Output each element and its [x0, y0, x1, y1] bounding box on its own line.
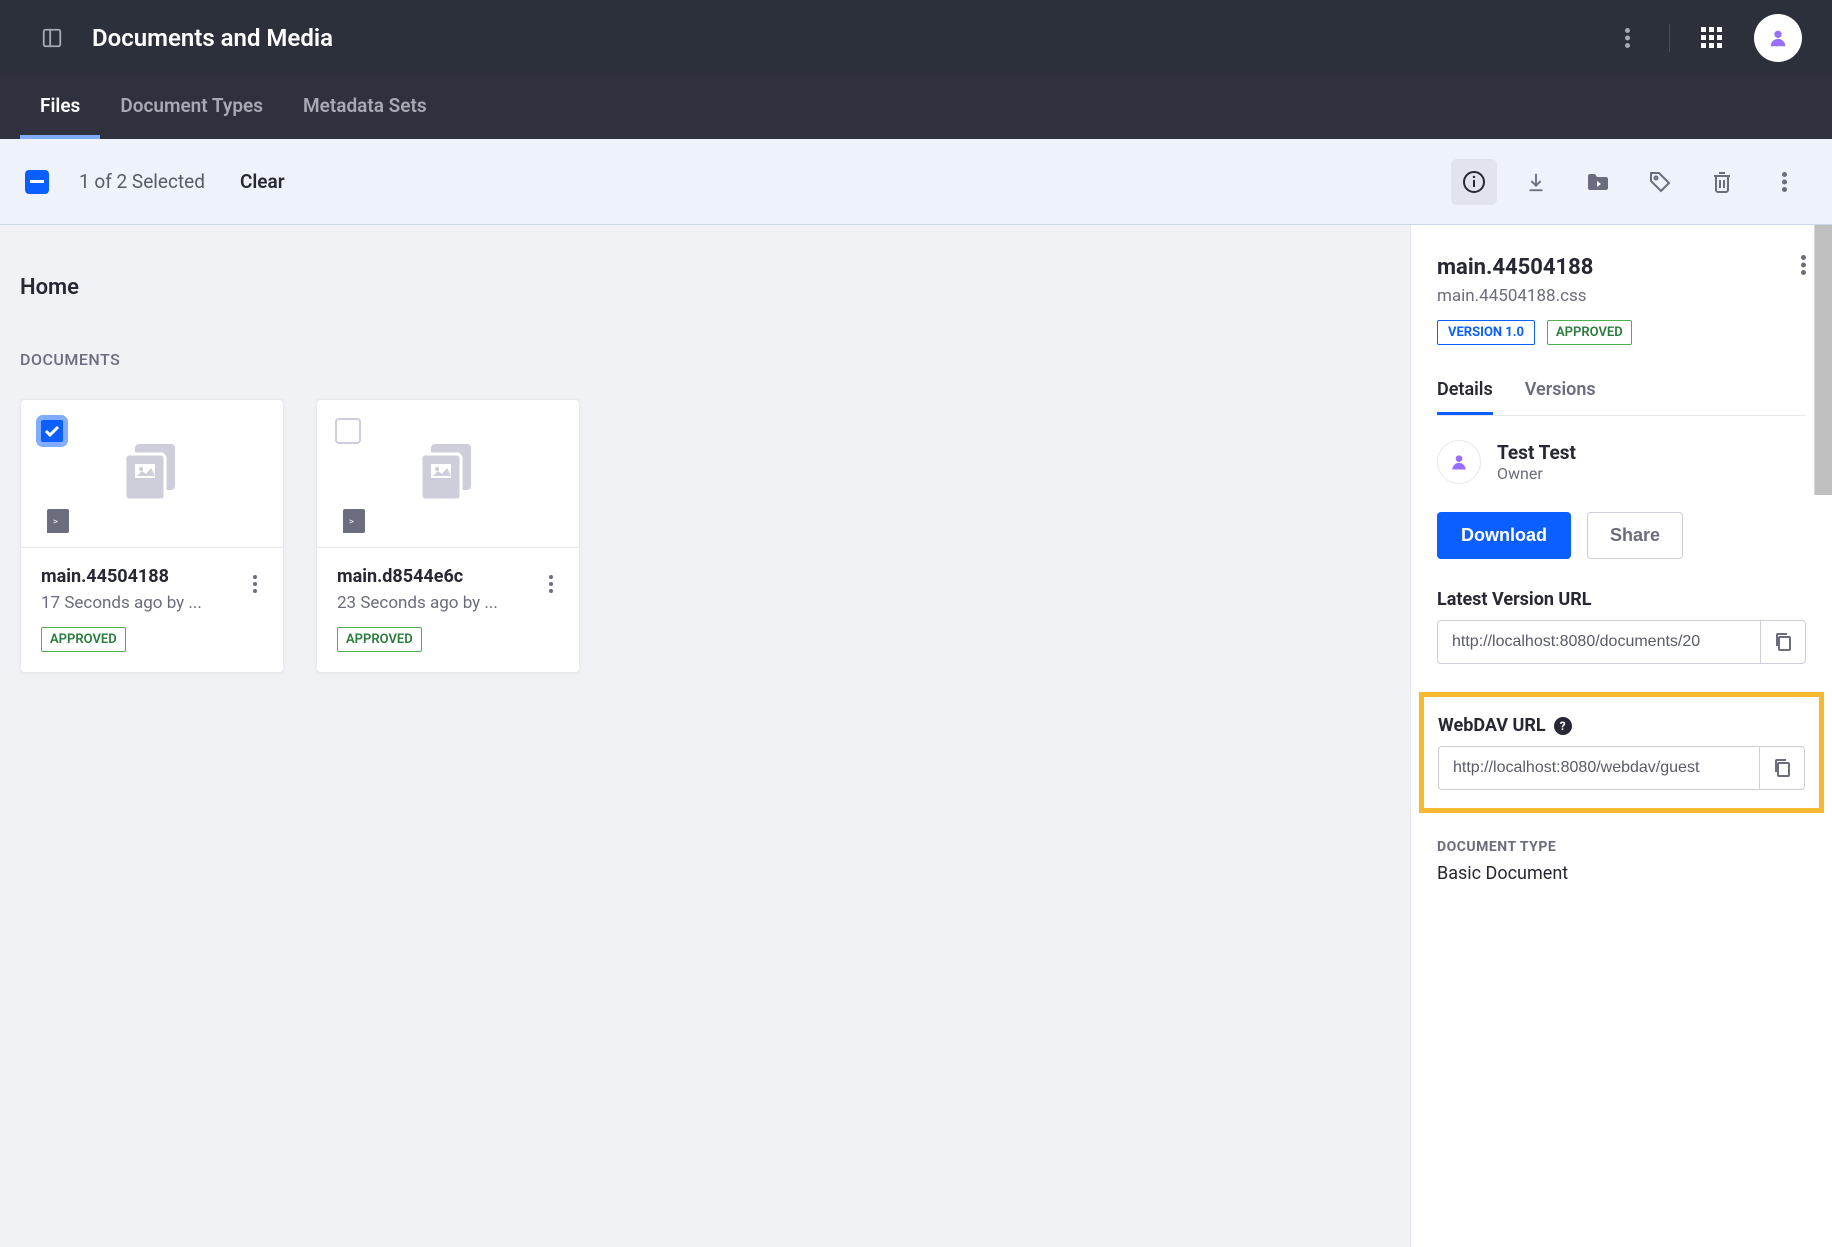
card-more-icon[interactable] — [537, 570, 565, 598]
copy-webdav-url-icon[interactable] — [1759, 746, 1805, 790]
version-badge: VERSION 1.0 — [1437, 320, 1535, 345]
card-title: main.44504188 — [41, 566, 263, 587]
selection-count: 1 of 2 Selected — [79, 170, 205, 193]
clear-selection-button[interactable]: Clear — [240, 170, 285, 193]
main-content: Home DOCUMENTS >_ main.44504188 17 Secon… — [0, 225, 1410, 1247]
webdav-highlight-block: WebDAV URL ? — [1419, 692, 1824, 813]
app-header: Documents and Media — [0, 0, 1832, 75]
page-title: Documents and Media — [92, 24, 333, 52]
header-divider — [1669, 24, 1670, 52]
tab-document-types[interactable]: Document Types — [100, 75, 283, 139]
latest-url-input[interactable] — [1437, 620, 1760, 664]
panel-toggle-icon[interactable] — [30, 16, 74, 60]
svg-text:>_: >_ — [349, 517, 359, 525]
document-type-value: Basic Document — [1437, 863, 1806, 884]
tag-icon[interactable] — [1637, 159, 1683, 205]
file-preview-icon — [121, 444, 183, 504]
status-badge: APPROVED — [41, 627, 126, 652]
scrollbar[interactable] — [1814, 225, 1832, 495]
owner-avatar-icon — [1437, 440, 1481, 484]
section-label-documents: DOCUMENTS — [20, 350, 1390, 369]
delete-icon[interactable] — [1699, 159, 1745, 205]
panel-filename: main.44504188.css — [1437, 286, 1806, 306]
card-more-icon[interactable] — [241, 570, 269, 598]
document-card[interactable]: >_ main.44504188 17 Seconds ago by ... A… — [20, 399, 284, 673]
tab-bar: Files Document Types Metadata Sets — [0, 75, 1832, 139]
header-more-icon[interactable] — [1605, 16, 1649, 60]
panel-title: main.44504188 — [1437, 255, 1806, 280]
status-badge: APPROVED — [337, 627, 422, 652]
latest-url-label: Latest Version URL — [1437, 589, 1806, 610]
tab-metadata-sets[interactable]: Metadata Sets — [283, 75, 447, 139]
svg-text:>_: >_ — [53, 517, 63, 525]
panel-more-icon[interactable] — [1801, 255, 1806, 279]
card-subtitle: 23 Seconds ago by ... — [337, 593, 559, 613]
code-file-icon: >_ — [47, 509, 69, 533]
user-avatar[interactable] — [1754, 14, 1802, 62]
owner-name: Test Test — [1497, 441, 1576, 464]
card-checkbox[interactable] — [39, 418, 65, 444]
breadcrumb[interactable]: Home — [20, 275, 1390, 300]
tab-files[interactable]: Files — [20, 75, 100, 139]
selection-bar: 1 of 2 Selected Clear — [0, 139, 1832, 225]
help-icon[interactable]: ? — [1554, 717, 1572, 735]
code-file-icon: >_ — [343, 509, 365, 533]
webdav-url-input[interactable] — [1438, 746, 1759, 790]
details-panel: main.44504188 main.44504188.css VERSION … — [1410, 225, 1832, 1247]
webdav-url-label: WebDAV URL — [1438, 715, 1546, 736]
card-checkbox[interactable] — [335, 418, 361, 444]
download-button[interactable]: Download — [1437, 512, 1571, 559]
selection-more-icon[interactable] — [1761, 159, 1807, 205]
panel-tab-versions[interactable]: Versions — [1525, 379, 1596, 415]
apps-grid-icon[interactable] — [1690, 16, 1734, 60]
select-all-checkbox[interactable] — [25, 170, 49, 194]
share-button[interactable]: Share — [1587, 512, 1683, 559]
owner-role: Owner — [1497, 464, 1576, 483]
info-icon[interactable] — [1451, 159, 1497, 205]
card-title: main.d8544e6c — [337, 566, 559, 587]
status-badge: APPROVED — [1547, 320, 1632, 345]
download-icon[interactable] — [1513, 159, 1559, 205]
document-card[interactable]: >_ main.d8544e6c 23 Seconds ago by ... A… — [316, 399, 580, 673]
card-subtitle: 17 Seconds ago by ... — [41, 593, 263, 613]
copy-latest-url-icon[interactable] — [1760, 620, 1806, 664]
panel-tab-details[interactable]: Details — [1437, 379, 1493, 415]
document-type-label: DOCUMENT TYPE — [1437, 839, 1806, 855]
move-icon[interactable] — [1575, 159, 1621, 205]
file-preview-icon — [417, 444, 479, 504]
